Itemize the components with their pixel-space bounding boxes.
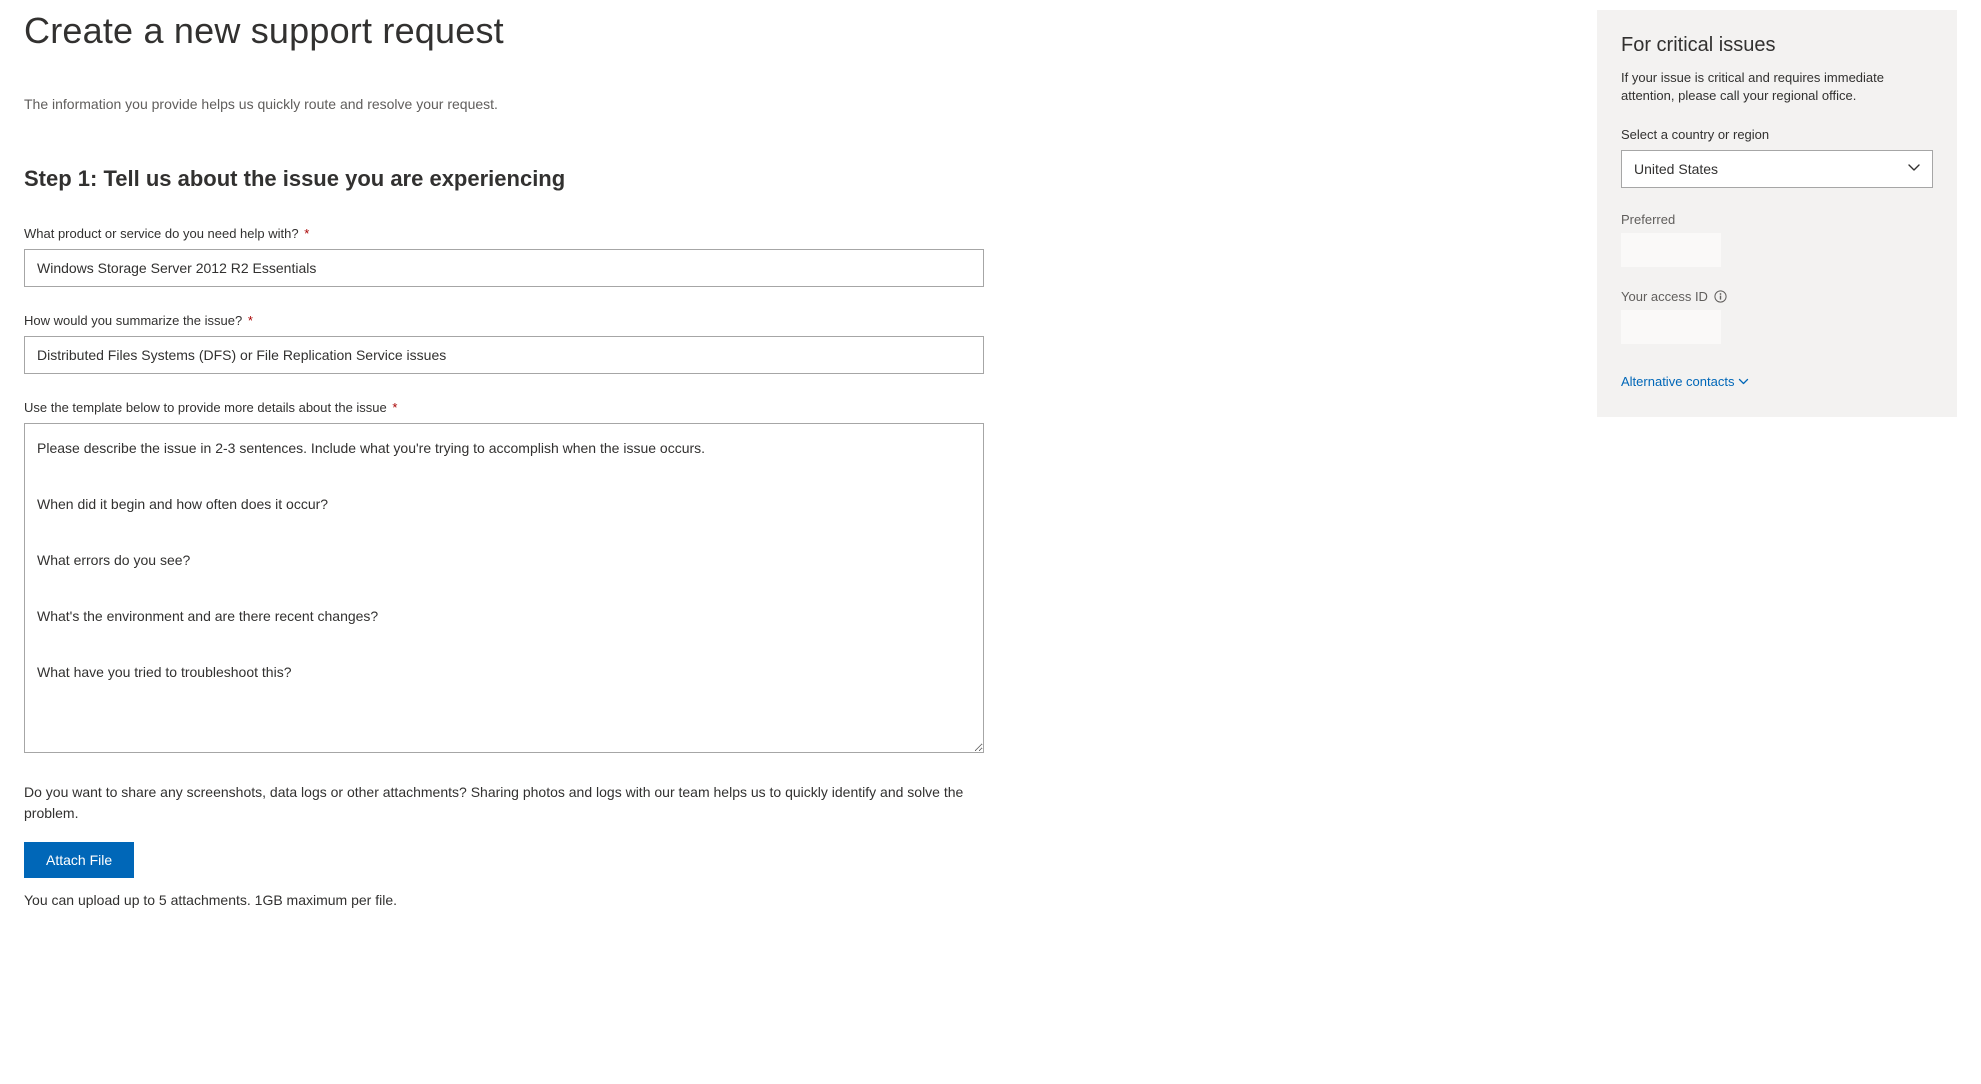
product-label-text: What product or service do you need help…	[24, 226, 299, 241]
attach-file-button[interactable]: Attach File	[24, 842, 134, 878]
country-label: Select a country or region	[1621, 127, 1933, 142]
access-id-value	[1621, 310, 1721, 344]
required-asterisk: *	[244, 313, 253, 328]
details-textarea[interactable]: Please describe the issue in 2-3 sentenc…	[24, 423, 984, 753]
product-field: What product or service do you need help…	[24, 226, 1004, 287]
page-title: Create a new support request	[24, 10, 1004, 52]
details-field: Use the template below to provide more d…	[24, 400, 1004, 756]
required-asterisk: *	[389, 400, 398, 415]
sidebar-desc: If your issue is critical and requires i…	[1621, 69, 1933, 105]
product-label: What product or service do you need help…	[24, 226, 1004, 241]
details-label-text: Use the template below to provide more d…	[24, 400, 387, 415]
step1-heading: Step 1: Tell us about the issue you are …	[24, 166, 1004, 192]
summary-field: How would you summarize the issue? *	[24, 313, 1004, 374]
chevron-down-icon	[1738, 376, 1749, 387]
access-id-row: Your access ID	[1621, 289, 1933, 304]
sidebar-heading: For critical issues	[1621, 34, 1933, 57]
info-icon[interactable]	[1714, 290, 1728, 304]
summary-input[interactable]	[24, 336, 984, 374]
country-select[interactable]: United States	[1621, 150, 1933, 188]
product-input[interactable]	[24, 249, 984, 287]
critical-issues-sidebar: For critical issues If your issue is cri…	[1597, 10, 1957, 417]
main-content: Create a new support request The informa…	[24, 10, 1004, 908]
access-id-label: Your access ID	[1621, 289, 1708, 304]
preferred-label: Preferred	[1621, 212, 1933, 227]
attachments-desc: Do you want to share any screenshots, da…	[24, 782, 984, 824]
country-select-wrap: United States	[1621, 150, 1933, 188]
upload-note: You can upload up to 5 attachments. 1GB …	[24, 892, 1004, 908]
page-intro: The information you provide helps us qui…	[24, 96, 1004, 112]
alternative-contacts-text: Alternative contacts	[1621, 374, 1734, 389]
summary-label: How would you summarize the issue? *	[24, 313, 1004, 328]
preferred-value	[1621, 233, 1721, 267]
summary-label-text: How would you summarize the issue?	[24, 313, 242, 328]
details-label: Use the template below to provide more d…	[24, 400, 1004, 415]
required-asterisk: *	[301, 226, 310, 241]
alternative-contacts-link[interactable]: Alternative contacts	[1621, 374, 1749, 389]
